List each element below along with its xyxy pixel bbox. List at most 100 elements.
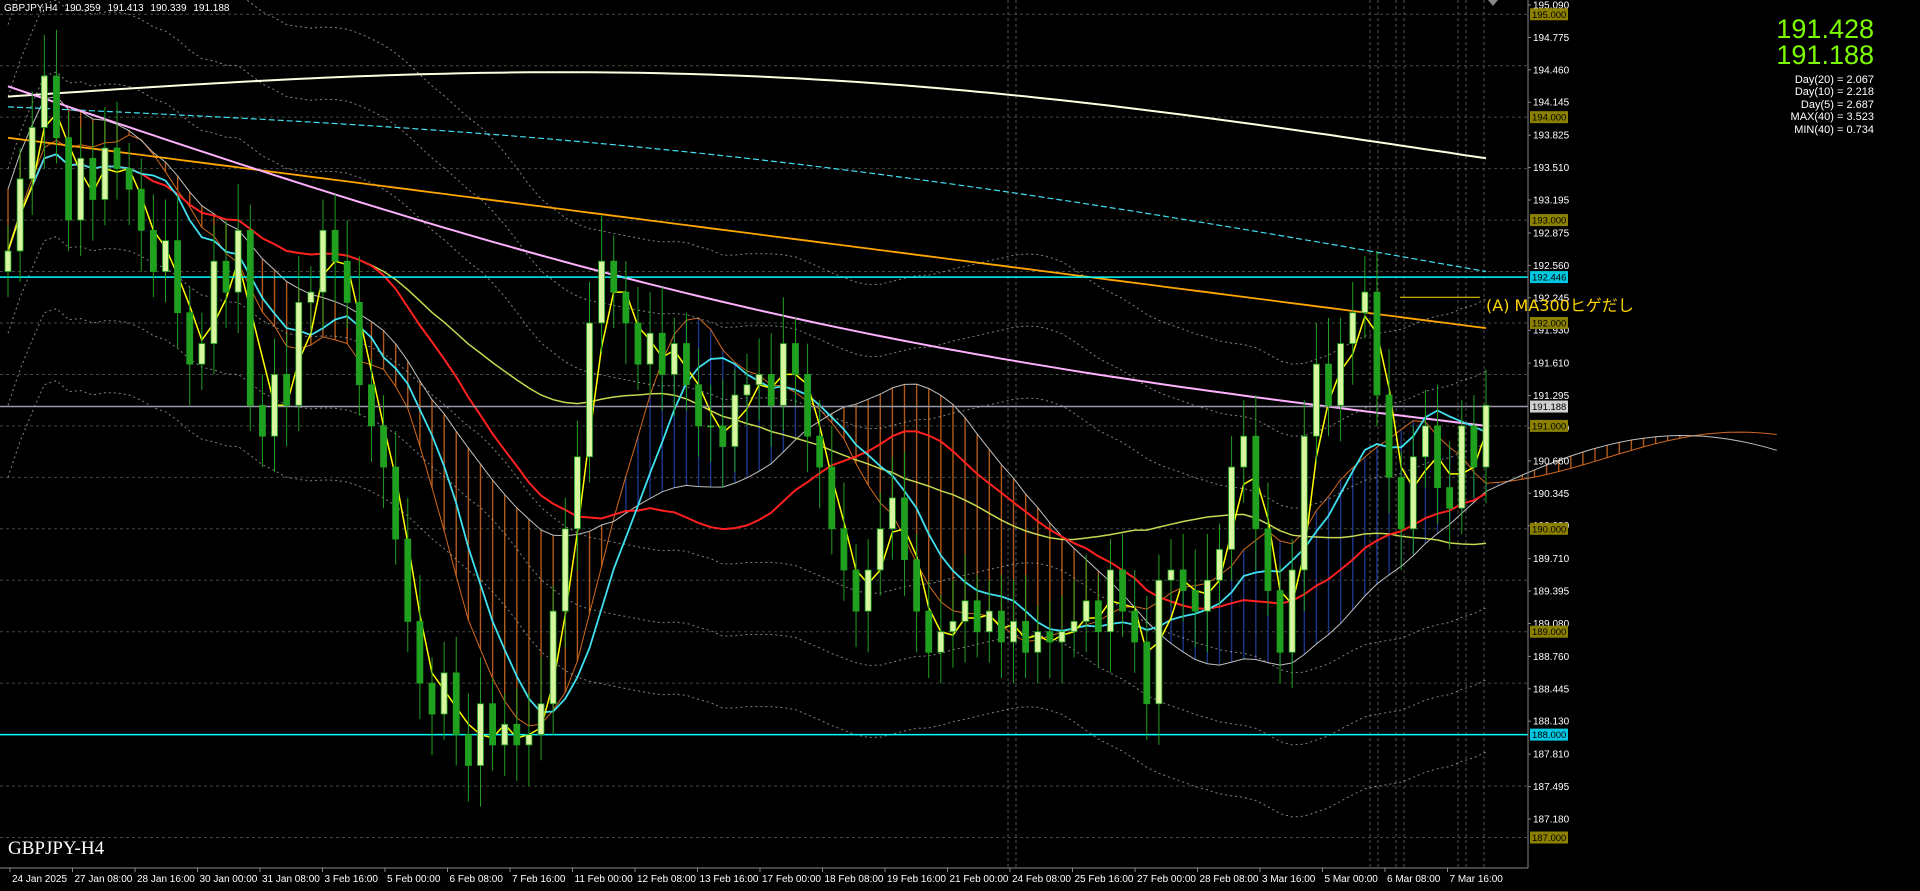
y-tick-label: 194.145 <box>1533 98 1570 109</box>
candle-body <box>586 322 593 458</box>
ma-olive-line <box>7 153 1487 546</box>
price-tag-label: 192.000 <box>1532 318 1566 329</box>
price-tag-label: 195.000 <box>1532 10 1566 21</box>
candle-body <box>1312 363 1320 437</box>
x-tick-label: 21 Feb 00:00 <box>950 874 1009 885</box>
symbol-header: GBPJPY,H4 <box>4 3 58 14</box>
y-tick-label: 192.875 <box>1533 228 1570 239</box>
candle-body <box>634 322 642 365</box>
candle-body <box>792 343 799 375</box>
y-tick-label: 188.760 <box>1533 652 1570 663</box>
candle-body <box>985 610 993 633</box>
candle-body <box>1288 569 1296 653</box>
time-axis[interactable]: 24 Jan 2025 27 Jan 08:00 28 Jan 16:00 30 Ja… <box>0 867 1528 885</box>
candle-body <box>77 157 85 221</box>
candle-body <box>174 240 182 314</box>
candle-body <box>125 168 133 190</box>
candle-body <box>1094 600 1102 633</box>
candle-body <box>598 260 606 324</box>
candle-body <box>1385 394 1393 478</box>
stat-max40: MAX(40) = 3.523 <box>1790 111 1874 124</box>
candle-body <box>380 425 387 468</box>
x-tick-label: 3 Feb 16:00 <box>325 874 379 885</box>
candle-body <box>961 600 969 622</box>
candle-body <box>149 229 157 272</box>
ohlc-high: 191.413 <box>107 3 144 14</box>
candle-body <box>295 302 303 406</box>
candle-body <box>319 229 327 293</box>
stat-day5: Day(5) = 2.687 <box>1800 98 1874 111</box>
candle-body <box>513 723 521 746</box>
x-tick-label: 6 Feb 08:00 <box>450 874 504 885</box>
price-axis[interactable]: 195.090194.775194.460194.145193.825193.5… <box>1527 0 1570 868</box>
chart-shift-marker-icon[interactable] <box>1488 0 1498 6</box>
candle-body <box>1434 425 1441 489</box>
bid-price: 191.188 <box>1776 40 1874 70</box>
candle-body <box>416 621 424 684</box>
y-tick-label: 187.810 <box>1533 750 1570 761</box>
candle-body <box>767 374 775 406</box>
x-tick-label: 24 Feb 08:00 <box>1012 874 1071 885</box>
x-tick-label: 18 Feb 08:00 <box>825 874 884 885</box>
candle-body <box>101 147 109 200</box>
candle-body <box>259 404 266 437</box>
candle-body <box>234 229 242 293</box>
x-tick-label: 7 Feb 16:00 <box>512 874 566 885</box>
candle-body <box>368 384 375 427</box>
candle-body <box>198 343 206 365</box>
candle-body <box>1482 404 1490 468</box>
stat-day10: Day(10) = 2.218 <box>1794 86 1874 99</box>
candle-body <box>65 137 72 221</box>
ohlc-low: 190.339 <box>150 3 187 14</box>
stat-min40: MIN(40) = 0.734 <box>1794 123 1874 136</box>
candle-body <box>464 734 472 766</box>
candle-body <box>137 188 145 231</box>
candle-body <box>1240 435 1248 468</box>
candle-body <box>1325 363 1332 406</box>
candle-body <box>1276 590 1284 653</box>
candle-body <box>271 374 278 437</box>
candle-body <box>743 384 751 396</box>
candle-body <box>707 425 715 428</box>
candle-body <box>343 260 351 303</box>
candle-body <box>973 600 981 633</box>
price-tag-label: 191.000 <box>1532 421 1566 432</box>
candle-body <box>1034 631 1042 653</box>
price-chart[interactable]: 195.090194.775194.460194.145193.825193.5… <box>0 0 1920 891</box>
horizontal-levels[interactable] <box>0 276 1528 736</box>
candle-body <box>670 343 678 375</box>
candle-body <box>404 538 412 622</box>
x-tick-label: 12 Feb 08:00 <box>637 874 696 885</box>
candle-body <box>28 127 36 180</box>
candle-body <box>186 312 194 365</box>
ma300-annotation: (A) MA300ヒゲだし <box>1486 296 1634 315</box>
candle-body <box>1361 291 1369 314</box>
candle-body <box>913 559 921 612</box>
y-tick-label: 193.195 <box>1533 196 1570 207</box>
chart-area[interactable]: 195.090 194.775 194.460 194.145 193.825 193.5… <box>0 0 1920 891</box>
candle-body <box>755 374 763 386</box>
x-tick-label: 13 Feb 16:00 <box>700 874 759 885</box>
candle-body <box>1058 631 1066 643</box>
candle-body <box>731 394 739 447</box>
candle-body <box>1409 456 1417 530</box>
price-tag-label: 192.446 <box>1532 273 1566 284</box>
x-tick-label: 19 Feb 16:00 <box>887 874 946 885</box>
x-tick-label: 5 Feb 00:00 <box>387 874 441 885</box>
candle-body <box>1179 569 1187 591</box>
y-tick-label: 193.825 <box>1533 131 1570 142</box>
candle-body <box>392 466 400 540</box>
candle-body <box>1216 548 1223 581</box>
x-tick-label: 28 Jan 16:00 <box>137 874 195 885</box>
x-tick-label: 3 Mar 16:00 <box>1262 874 1316 885</box>
candle-body <box>1143 641 1151 705</box>
candle-body <box>1228 466 1235 550</box>
stat-day20: Day(20) = 2.067 <box>1794 74 1874 86</box>
x-tick-label: 30 Jan 00:00 <box>200 874 258 885</box>
candle-body <box>525 734 533 746</box>
candle-body <box>1203 579 1211 612</box>
x-tick-label: 24 Jan 2025 <box>12 874 67 885</box>
candle-body <box>1373 291 1381 396</box>
y-tick-label: 191.610 <box>1533 359 1570 370</box>
price-tag-label: 191.188 <box>1532 402 1566 413</box>
